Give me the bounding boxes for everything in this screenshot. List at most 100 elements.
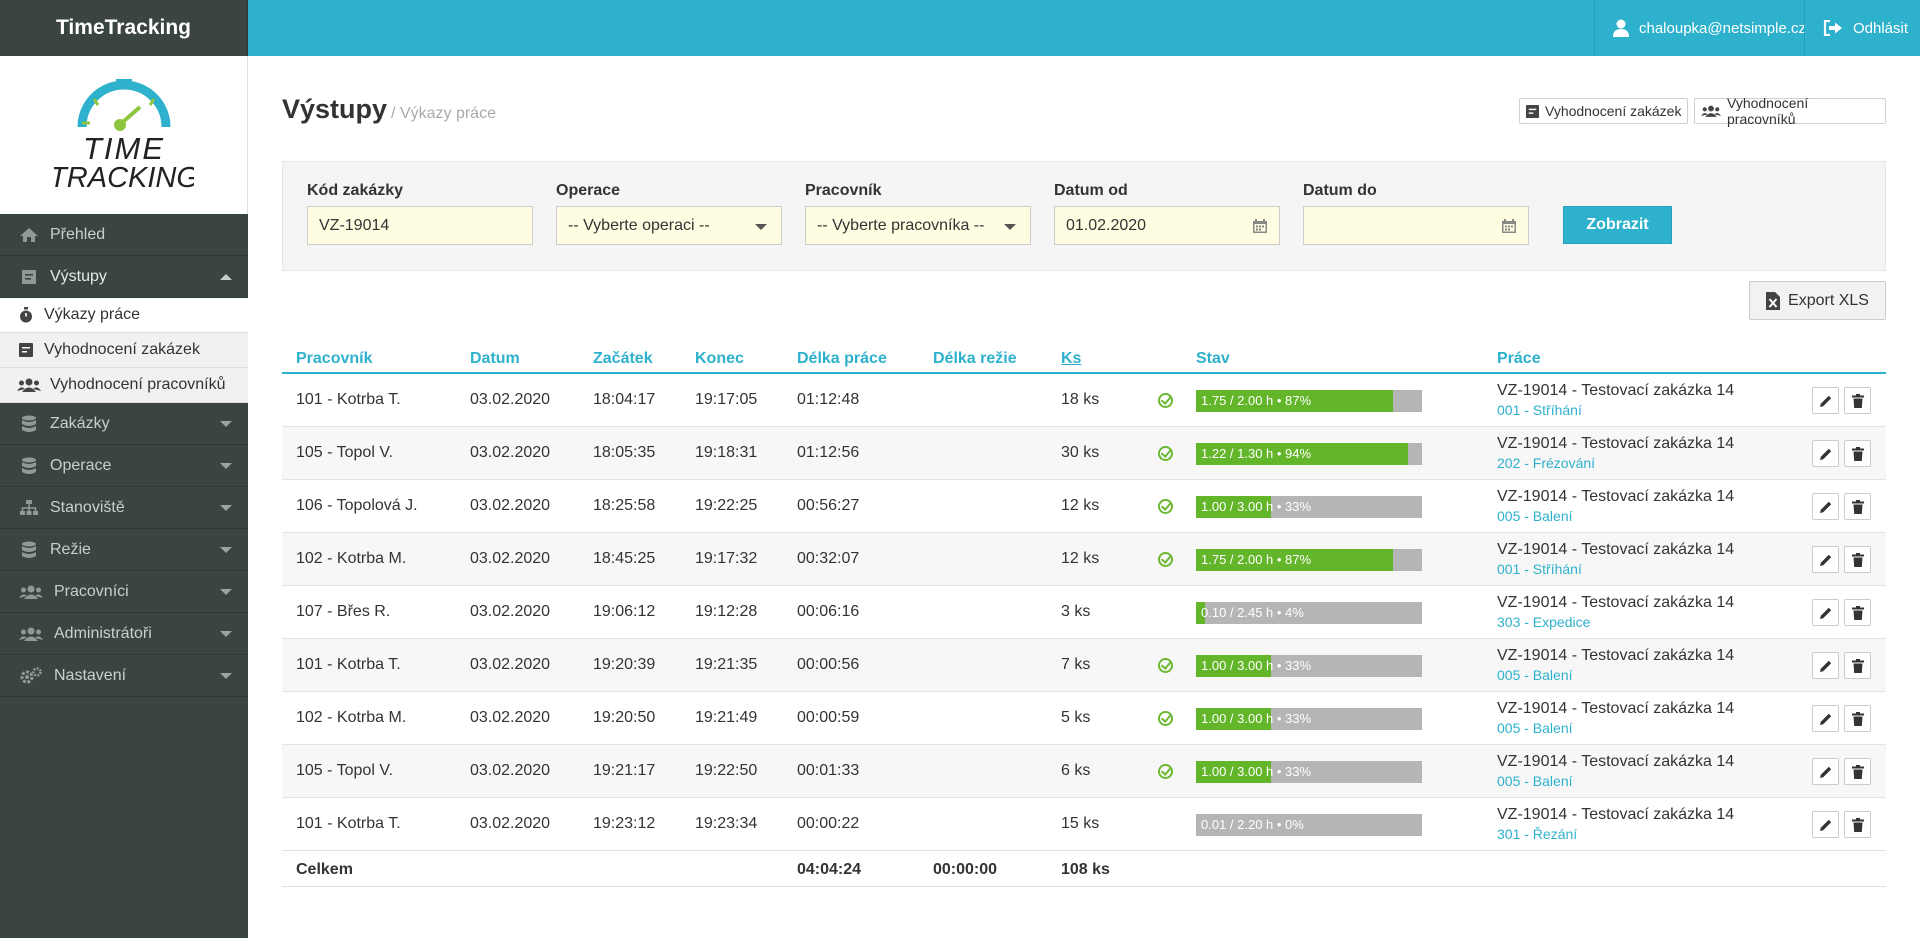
cell-end: 19:21:49 — [695, 709, 758, 726]
job-name: VZ-19014 - Testovací zakázka 14 — [1497, 435, 1735, 452]
logout-button[interactable]: Odhlásit — [1804, 0, 1920, 56]
show-button[interactable]: Zobrazit — [1563, 206, 1672, 244]
operation-link[interactable]: 301 - Řezání — [1497, 826, 1577, 842]
operation-link[interactable]: 005 - Balení — [1497, 720, 1573, 736]
cell-end: 19:21:35 — [695, 656, 758, 673]
chevron-down-icon — [220, 463, 232, 469]
column-header-work-duration[interactable]: Délka práce — [797, 350, 887, 368]
sidebar-item-rezie[interactable]: Režie — [0, 529, 248, 571]
calendar-icon[interactable] — [1253, 219, 1267, 238]
worker-label: Pracovník — [805, 182, 882, 199]
home-icon — [18, 226, 40, 244]
edit-button[interactable] — [1812, 546, 1839, 573]
progress-bar: 1.00 / 3.00 h • 33% — [1196, 708, 1422, 730]
user-menu[interactable]: chaloupka@netsimple.cz — [1594, 0, 1806, 56]
delete-button[interactable] — [1844, 493, 1871, 520]
workers-evaluation-button[interactable]: Vyhodnocení pracovníků — [1694, 95, 1886, 127]
sidebar-item-operace[interactable]: Operace — [0, 445, 248, 487]
edit-button[interactable] — [1812, 599, 1839, 626]
check-circle-icon — [1158, 711, 1173, 726]
column-header-job[interactable]: Práce — [1497, 350, 1541, 368]
operation-select[interactable]: -- Vyberte operaci -- — [556, 206, 782, 245]
sidebar-item-label: Administrátoři — [54, 624, 152, 642]
order-code-input[interactable]: VZ-19014 — [307, 206, 533, 245]
database-icon — [18, 415, 40, 433]
sidebar-subitem-vyhodnoceni-zakazek[interactable]: Vyhodnocení zakázek — [0, 333, 248, 368]
edit-button[interactable] — [1812, 387, 1839, 414]
cell-worker: 101 - Kotrba T. — [296, 391, 401, 408]
sidebar-item-prehled[interactable]: Přehled — [0, 214, 248, 256]
column-header-state[interactable]: Stav — [1196, 350, 1230, 368]
operation-link[interactable]: 005 - Balení — [1497, 667, 1573, 683]
delete-button[interactable] — [1844, 440, 1871, 467]
main-content: Výstupy / Výkazy práce Vyhodnocení zakáze… — [282, 56, 1886, 887]
worker-select[interactable]: -- Vyberte pracovníka -- — [805, 206, 1031, 245]
sidebar-item-vystupy[interactable]: Výstupy — [0, 256, 248, 298]
operation-link[interactable]: 005 - Balení — [1497, 773, 1573, 789]
date-to-input[interactable] — [1303, 206, 1529, 245]
edit-button[interactable] — [1812, 811, 1839, 838]
chevron-down-icon — [220, 505, 232, 511]
orders-evaluation-label: Vyhodnocení zakázek — [1545, 103, 1682, 119]
operation-link[interactable]: 001 - Stříhání — [1497, 561, 1582, 577]
export-xls-button[interactable]: Export XLS — [1749, 281, 1886, 320]
worker-select-value: -- Vyberte pracovníka -- — [817, 216, 985, 234]
column-header-start[interactable]: Začátek — [593, 350, 653, 368]
edit-button[interactable] — [1812, 652, 1839, 679]
operation-link[interactable]: 001 - Stříhání — [1497, 402, 1582, 418]
column-header-end[interactable]: Konec — [695, 350, 744, 368]
operation-link[interactable]: 005 - Balení — [1497, 508, 1573, 524]
column-header-worker[interactable]: Pracovník — [296, 350, 372, 368]
delete-button[interactable] — [1844, 387, 1871, 414]
sidebar-item-administratori[interactable]: Administrátoři — [0, 613, 248, 655]
edit-button[interactable] — [1812, 758, 1839, 785]
column-header-pieces[interactable]: Ks — [1061, 350, 1081, 368]
sidebar-item-label: Pracovníci — [54, 582, 129, 600]
table-header: Pracovník Datum Začátek Konec Délka prác… — [282, 346, 1886, 374]
date-from-input[interactable]: 01.02.2020 — [1054, 206, 1280, 245]
cell-date: 03.02.2020 — [470, 497, 551, 514]
pencil-icon — [1819, 447, 1833, 461]
sidebar-item-pracovnici[interactable]: Pracovníci — [0, 571, 248, 613]
cell-start: 19:20:50 — [593, 709, 656, 726]
check-circle-icon — [1158, 499, 1173, 514]
edit-button[interactable] — [1812, 493, 1839, 520]
delete-button[interactable] — [1844, 652, 1871, 679]
sidebar-item-stanoviste[interactable]: Stanoviště — [0, 487, 248, 529]
delete-button[interactable] — [1844, 599, 1871, 626]
cell-work-duration: 00:01:33 — [797, 762, 860, 779]
column-header-overhead-duration[interactable]: Délka režie — [933, 350, 1017, 368]
edit-button[interactable] — [1812, 440, 1839, 467]
delete-button[interactable] — [1844, 811, 1871, 838]
brand-title[interactable]: TimeTracking — [0, 0, 248, 56]
sidebar-subitem-vyhodnoceni-pracovniku[interactable]: Vyhodnocení pracovníků — [0, 368, 248, 403]
delete-button[interactable] — [1844, 758, 1871, 785]
sidebar-item-nastaveni[interactable]: Nastavení — [0, 655, 248, 697]
progress-bar: 1.00 / 3.00 h • 33% — [1196, 761, 1422, 783]
sidebar-item-label: Režie — [50, 540, 91, 558]
table-row: 101 - Kotrba T. 03.02.2020 19:20:39 19:21:3… — [282, 639, 1886, 692]
job-name: VZ-19014 - Testovací zakázka 14 — [1497, 594, 1735, 611]
operation-link[interactable]: 202 - Frézování — [1497, 455, 1595, 471]
orders-evaluation-button[interactable]: Vyhodnocení zakázek — [1519, 98, 1689, 124]
date-to-label: Datum do — [1303, 182, 1377, 199]
delete-button[interactable] — [1844, 705, 1871, 732]
calendar-icon[interactable] — [1502, 219, 1516, 238]
cell-date: 03.02.2020 — [470, 656, 551, 673]
cell-date: 03.02.2020 — [470, 762, 551, 779]
column-header-date[interactable]: Datum — [470, 350, 520, 368]
sidebar-subitem-vykazy-prace[interactable]: Výkazy práce — [0, 298, 248, 333]
sidebar-item-zakazky[interactable]: Zakázky — [0, 403, 248, 445]
pencil-icon — [1819, 553, 1833, 567]
total-pieces: 108 ks — [1061, 861, 1110, 878]
page-header: Výstupy / Výkazy práce Vyhodnocení zakáze… — [282, 56, 1886, 162]
pencil-icon — [1819, 712, 1833, 726]
breadcrumb: / Výkazy práce — [391, 105, 496, 122]
edit-button[interactable] — [1812, 705, 1839, 732]
filter-panel: Kód zakázky VZ-19014 Operace -- Vyberte … — [282, 161, 1886, 271]
operation-link[interactable]: 303 - Expedice — [1497, 614, 1590, 630]
cell-worker: 102 - Kotrba M. — [296, 709, 407, 726]
cell-pieces: 5 ks — [1061, 709, 1091, 726]
delete-button[interactable] — [1844, 546, 1871, 573]
cell-end: 19:12:28 — [695, 603, 758, 620]
